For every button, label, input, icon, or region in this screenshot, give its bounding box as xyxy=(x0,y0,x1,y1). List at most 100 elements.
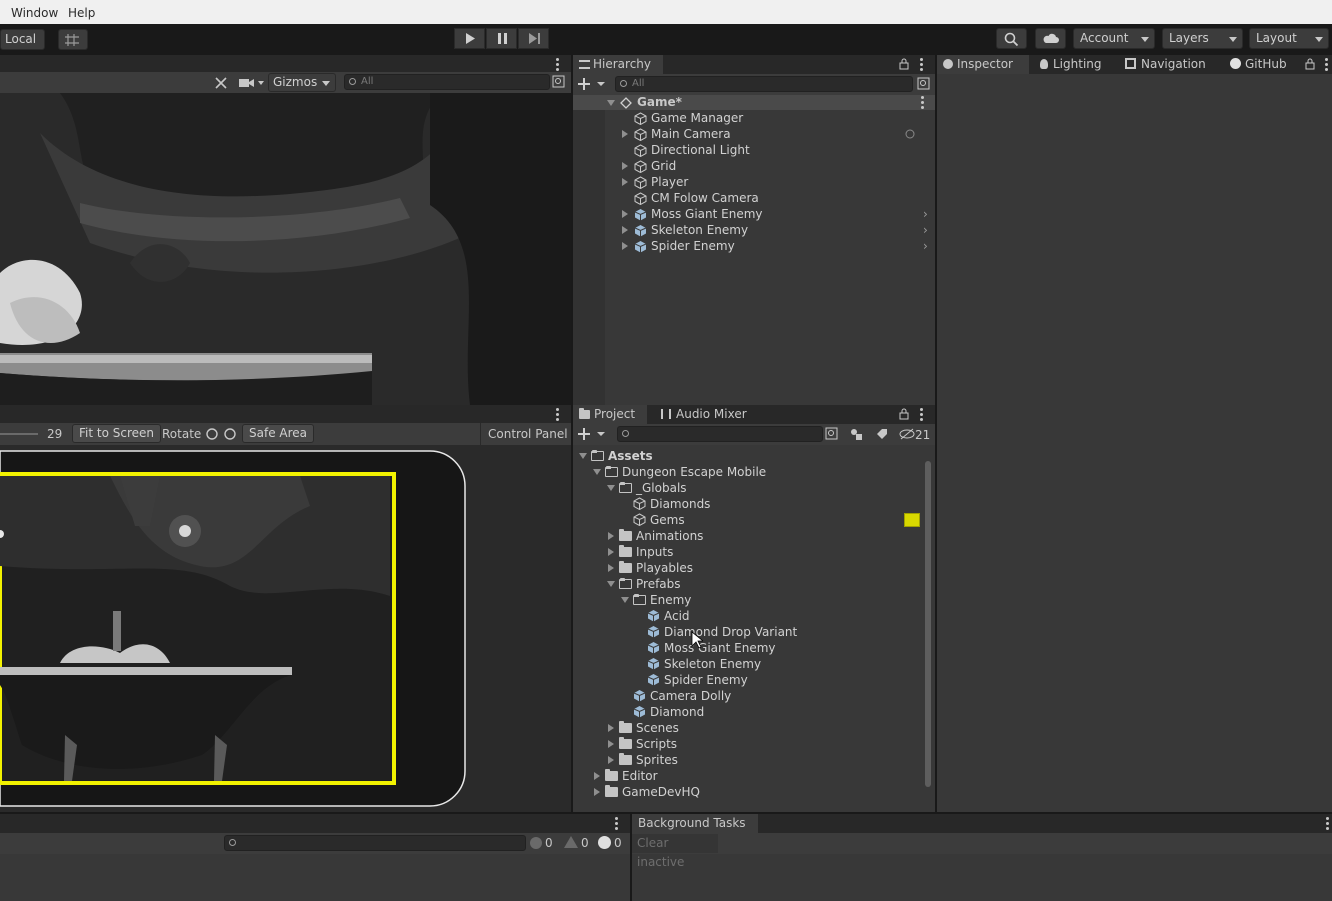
hierarchy-item[interactable]: Grid xyxy=(573,158,935,174)
create-asset-button[interactable] xyxy=(577,426,607,442)
collapse-arrow-icon[interactable] xyxy=(621,597,629,603)
project-scrollbar[interactable] xyxy=(923,447,933,789)
filter-by-type-icon[interactable] xyxy=(849,427,863,441)
control-panel-button[interactable]: Control Panel xyxy=(480,423,571,445)
project-asset-item[interactable]: Diamonds xyxy=(573,496,921,512)
account-dropdown[interactable]: Account xyxy=(1073,28,1155,49)
grid-snap-button[interactable] xyxy=(58,29,88,50)
project-folder-item[interactable]: Dungeon Escape Mobile xyxy=(573,464,921,480)
project-folder-item[interactable]: Scenes xyxy=(573,720,921,736)
project-asset-item[interactable]: Moss Giant Enemy xyxy=(573,640,921,656)
maximize-icon[interactable] xyxy=(552,75,566,89)
project-folder-item[interactable]: _Globals xyxy=(573,480,921,496)
scene-search-input[interactable]: All xyxy=(344,74,550,90)
open-prefab-chevron-icon[interactable]: › xyxy=(923,206,928,222)
inspector-menu-icon[interactable] xyxy=(1325,58,1328,71)
hierarchy-menu-icon[interactable] xyxy=(920,58,923,71)
project-folder-item[interactable]: Scripts xyxy=(573,736,921,752)
lock-icon[interactable] xyxy=(899,58,909,70)
project-folder-item[interactable]: Prefabs xyxy=(573,576,921,592)
cloud-button[interactable] xyxy=(1035,28,1066,49)
hierarchy-item[interactable]: CM Folow Camera xyxy=(573,190,935,206)
collapse-arrow-icon[interactable] xyxy=(607,100,615,106)
hierarchy-item[interactable]: Game Manager xyxy=(573,110,935,126)
safe-area-button[interactable]: Safe Area xyxy=(242,424,315,443)
hierarchy-item[interactable]: Main Camera xyxy=(573,126,935,142)
expand-arrow-icon[interactable] xyxy=(622,130,628,138)
collapse-arrow-icon[interactable] xyxy=(593,469,601,475)
pause-button[interactable] xyxy=(486,28,517,49)
hidden-packages-icon[interactable] xyxy=(899,428,915,440)
hierarchy-item[interactable]: Skeleton Enemy › xyxy=(573,222,935,238)
project-menu-icon[interactable] xyxy=(920,408,923,421)
error-toggle[interactable]: 0 xyxy=(598,834,628,853)
lock-icon[interactable] xyxy=(899,408,909,420)
expand-arrow-icon[interactable] xyxy=(622,242,628,250)
collapse-arrow-icon[interactable] xyxy=(579,453,587,459)
open-prefab-chevron-icon[interactable]: › xyxy=(923,222,928,238)
project-asset-item[interactable]: Diamond xyxy=(573,704,921,720)
expand-arrow-icon[interactable] xyxy=(608,532,614,540)
menu-window[interactable]: Window xyxy=(11,6,58,20)
expand-arrow-icon[interactable] xyxy=(608,548,614,556)
project-asset-item[interactable]: Acid xyxy=(573,608,921,624)
background-tasks-menu-icon[interactable] xyxy=(1326,817,1329,830)
expand-arrow-icon[interactable] xyxy=(594,772,600,780)
camera-icon[interactable] xyxy=(238,76,266,90)
expand-arrow-icon[interactable] xyxy=(622,226,628,234)
expand-arrow-icon[interactable] xyxy=(622,162,628,170)
label-icon[interactable] xyxy=(875,427,889,441)
scene-menu-icon[interactable] xyxy=(556,58,559,71)
open-prefab-chevron-icon[interactable]: › xyxy=(923,238,928,254)
project-asset-item[interactable]: Diamond Drop Variant xyxy=(573,624,921,640)
menu-help[interactable]: Help xyxy=(68,6,95,20)
project-folder-item[interactable]: Inputs xyxy=(573,544,921,560)
project-asset-item[interactable]: Gems xyxy=(573,512,921,528)
project-asset-item[interactable]: Camera Dolly xyxy=(573,688,921,704)
tab-inspector[interactable]: Inspector xyxy=(937,55,1029,74)
game-viewport[interactable] xyxy=(0,445,571,812)
play-button[interactable] xyxy=(454,28,485,49)
lock-icon[interactable] xyxy=(1305,58,1315,70)
create-button[interactable] xyxy=(577,76,607,92)
tab-audio-mixer[interactable]: Audio Mixer xyxy=(655,405,753,424)
project-folder-item[interactable]: Animations xyxy=(573,528,921,544)
scale-slider[interactable] xyxy=(0,433,38,435)
project-asset-item[interactable]: Skeleton Enemy xyxy=(573,656,921,672)
collapse-arrow-icon[interactable] xyxy=(607,485,615,491)
expand-arrow-icon[interactable] xyxy=(622,178,628,186)
expand-arrow-icon[interactable] xyxy=(608,740,614,748)
layers-dropdown[interactable]: Layers xyxy=(1162,28,1243,49)
collapse-arrow-icon[interactable] xyxy=(607,581,615,587)
project-folder-item[interactable]: Enemy xyxy=(573,592,921,608)
hierarchy-item[interactable]: Spider Enemy › xyxy=(573,238,935,254)
step-button[interactable] xyxy=(518,28,549,49)
warning-toggle[interactable]: 0 xyxy=(564,834,594,853)
game-menu-icon[interactable] xyxy=(556,408,559,421)
tab-hierarchy[interactable]: Hierarchy xyxy=(573,55,663,74)
rotate-label[interactable]: Rotate xyxy=(162,427,201,441)
expand-arrow-icon[interactable] xyxy=(608,724,614,732)
expand-arrow-icon[interactable] xyxy=(594,788,600,796)
project-folder-item[interactable]: Playables xyxy=(573,560,921,576)
console-search-input[interactable] xyxy=(224,835,526,851)
tab-navigation[interactable]: Navigation xyxy=(1119,55,1212,74)
tab-github[interactable]: GitHub xyxy=(1224,55,1293,74)
tools-icon[interactable] xyxy=(213,75,229,91)
project-folder-item[interactable]: Editor xyxy=(573,768,921,784)
hierarchy-search-input[interactable]: All xyxy=(615,76,913,92)
scene-header-row[interactable]: Game* xyxy=(573,95,935,110)
project-folder-item[interactable]: Sprites xyxy=(573,752,921,768)
scene-viewport[interactable] xyxy=(0,93,571,405)
search-button[interactable] xyxy=(996,28,1027,49)
scrollbar-thumb[interactable] xyxy=(925,461,931,787)
hierarchy-item[interactable]: Player xyxy=(573,174,935,190)
project-asset-item[interactable]: Spider Enemy xyxy=(573,672,921,688)
project-folder-item[interactable]: GameDevHQ xyxy=(573,784,921,800)
fit-to-screen-button[interactable]: Fit to Screen xyxy=(72,424,161,443)
scene-row-menu-icon[interactable] xyxy=(921,96,924,109)
project-search-input[interactable] xyxy=(617,426,823,442)
hierarchy-item[interactable]: Moss Giant Enemy › xyxy=(573,206,935,222)
info-toggle[interactable]: 0 xyxy=(530,834,561,853)
local-button[interactable]: Local xyxy=(0,29,45,50)
